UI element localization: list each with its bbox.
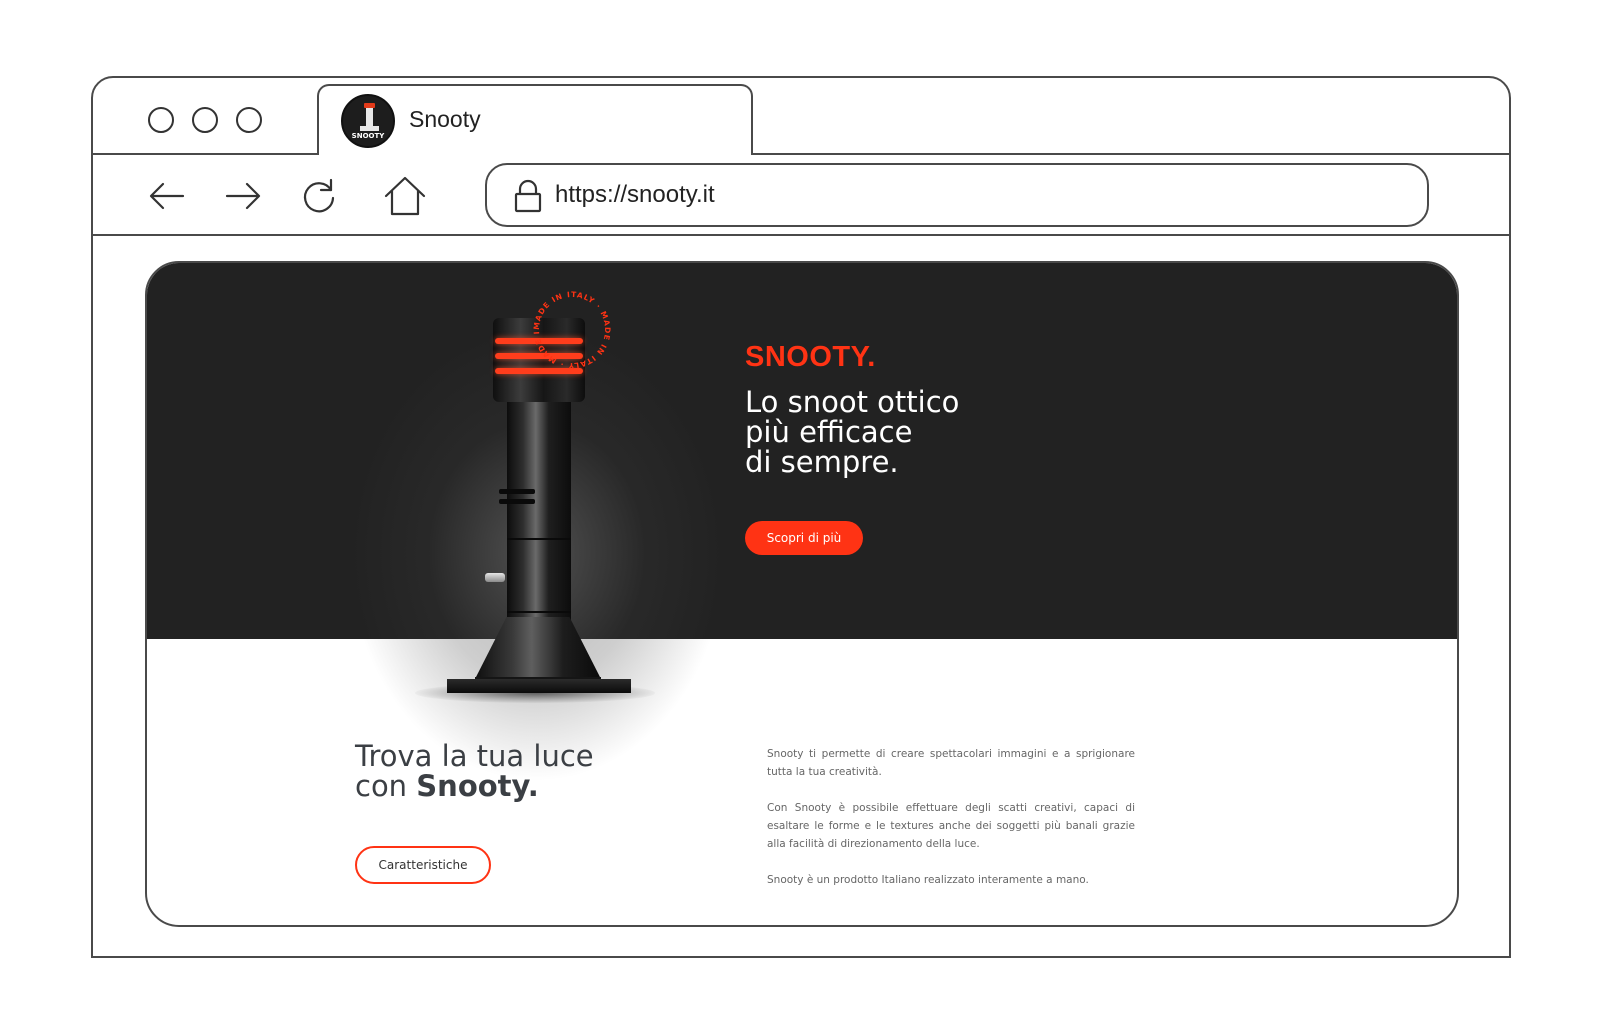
made-in-italy-stamp: MADE IN ITALY · MADE IN ITALY · MADE IN … bbox=[527, 285, 612, 370]
section-headline-brand: Snooty. bbox=[416, 769, 539, 803]
hero-brand: SNOOTY. bbox=[745, 341, 876, 373]
section-headline: Trova la tua luce con Snooty. bbox=[355, 741, 685, 801]
hero-headline-line: Lo snoot ottico bbox=[745, 385, 960, 419]
reload-icon bbox=[303, 178, 335, 213]
hero-headline: Lo snoot ottico più efficace di sempre. bbox=[745, 387, 1065, 477]
tabbar-divider bbox=[93, 153, 1509, 155]
home-button[interactable] bbox=[383, 174, 427, 218]
window-minimize-button[interactable] bbox=[192, 107, 218, 133]
browser-tab[interactable]: SNOOTY Snooty bbox=[317, 84, 753, 155]
forward-button[interactable] bbox=[221, 174, 265, 218]
description-paragraph: Snooty ti permette di creare spettacolar… bbox=[767, 748, 1135, 778]
description-paragraph: Snooty è un prodotto Italiano realizzato… bbox=[767, 874, 1089, 886]
features-button[interactable]: Caratteristiche bbox=[355, 846, 491, 884]
section-headline-prefix: con bbox=[355, 769, 417, 803]
hero-headline-line: più efficace bbox=[745, 415, 913, 449]
back-button[interactable] bbox=[145, 174, 189, 218]
svg-text:MADE IN ITALY · MADE IN ITALY: MADE IN ITALY · MADE IN ITALY · MADE IN … bbox=[527, 285, 612, 370]
hero-headline-line: di sempre. bbox=[745, 445, 899, 479]
home-icon bbox=[384, 176, 426, 216]
window-maximize-button[interactable] bbox=[236, 107, 262, 133]
section-headline-line1: Trova la tua luce bbox=[355, 739, 594, 773]
browser-window: SNOOTY Snooty https://snooty.it SNOOTY. … bbox=[91, 76, 1511, 958]
tab-title: Snooty bbox=[409, 106, 481, 132]
description-paragraph: Con Snooty è possibile effettuare degli … bbox=[767, 802, 1135, 850]
url-text[interactable]: https://snooty.it bbox=[555, 181, 715, 209]
lock-icon bbox=[514, 179, 542, 213]
description-text: Snooty ti permette di creare spettacolar… bbox=[767, 745, 1135, 907]
window-close-button[interactable] bbox=[148, 107, 174, 133]
forward-arrow-icon bbox=[225, 182, 261, 210]
section-headline-line2: con Snooty. bbox=[355, 771, 685, 801]
reload-button[interactable] bbox=[297, 174, 341, 218]
hero-section: SNOOTY. Lo snoot ottico più efficace di … bbox=[147, 263, 1457, 783]
web-page: SNOOTY. Lo snoot ottico più efficace di … bbox=[145, 261, 1459, 927]
stamp-text: MADE IN ITALY · MADE IN ITALY · MADE IN … bbox=[527, 285, 611, 370]
discover-more-button[interactable]: Scopri di più bbox=[745, 521, 863, 555]
favicon-label: SNOOTY bbox=[351, 132, 385, 140]
back-arrow-icon bbox=[149, 182, 185, 210]
address-bar[interactable]: https://snooty.it bbox=[485, 163, 1429, 227]
toolbar-divider bbox=[93, 234, 1509, 236]
snooty-favicon-icon: SNOOTY bbox=[341, 94, 395, 148]
window-controls bbox=[148, 107, 262, 133]
